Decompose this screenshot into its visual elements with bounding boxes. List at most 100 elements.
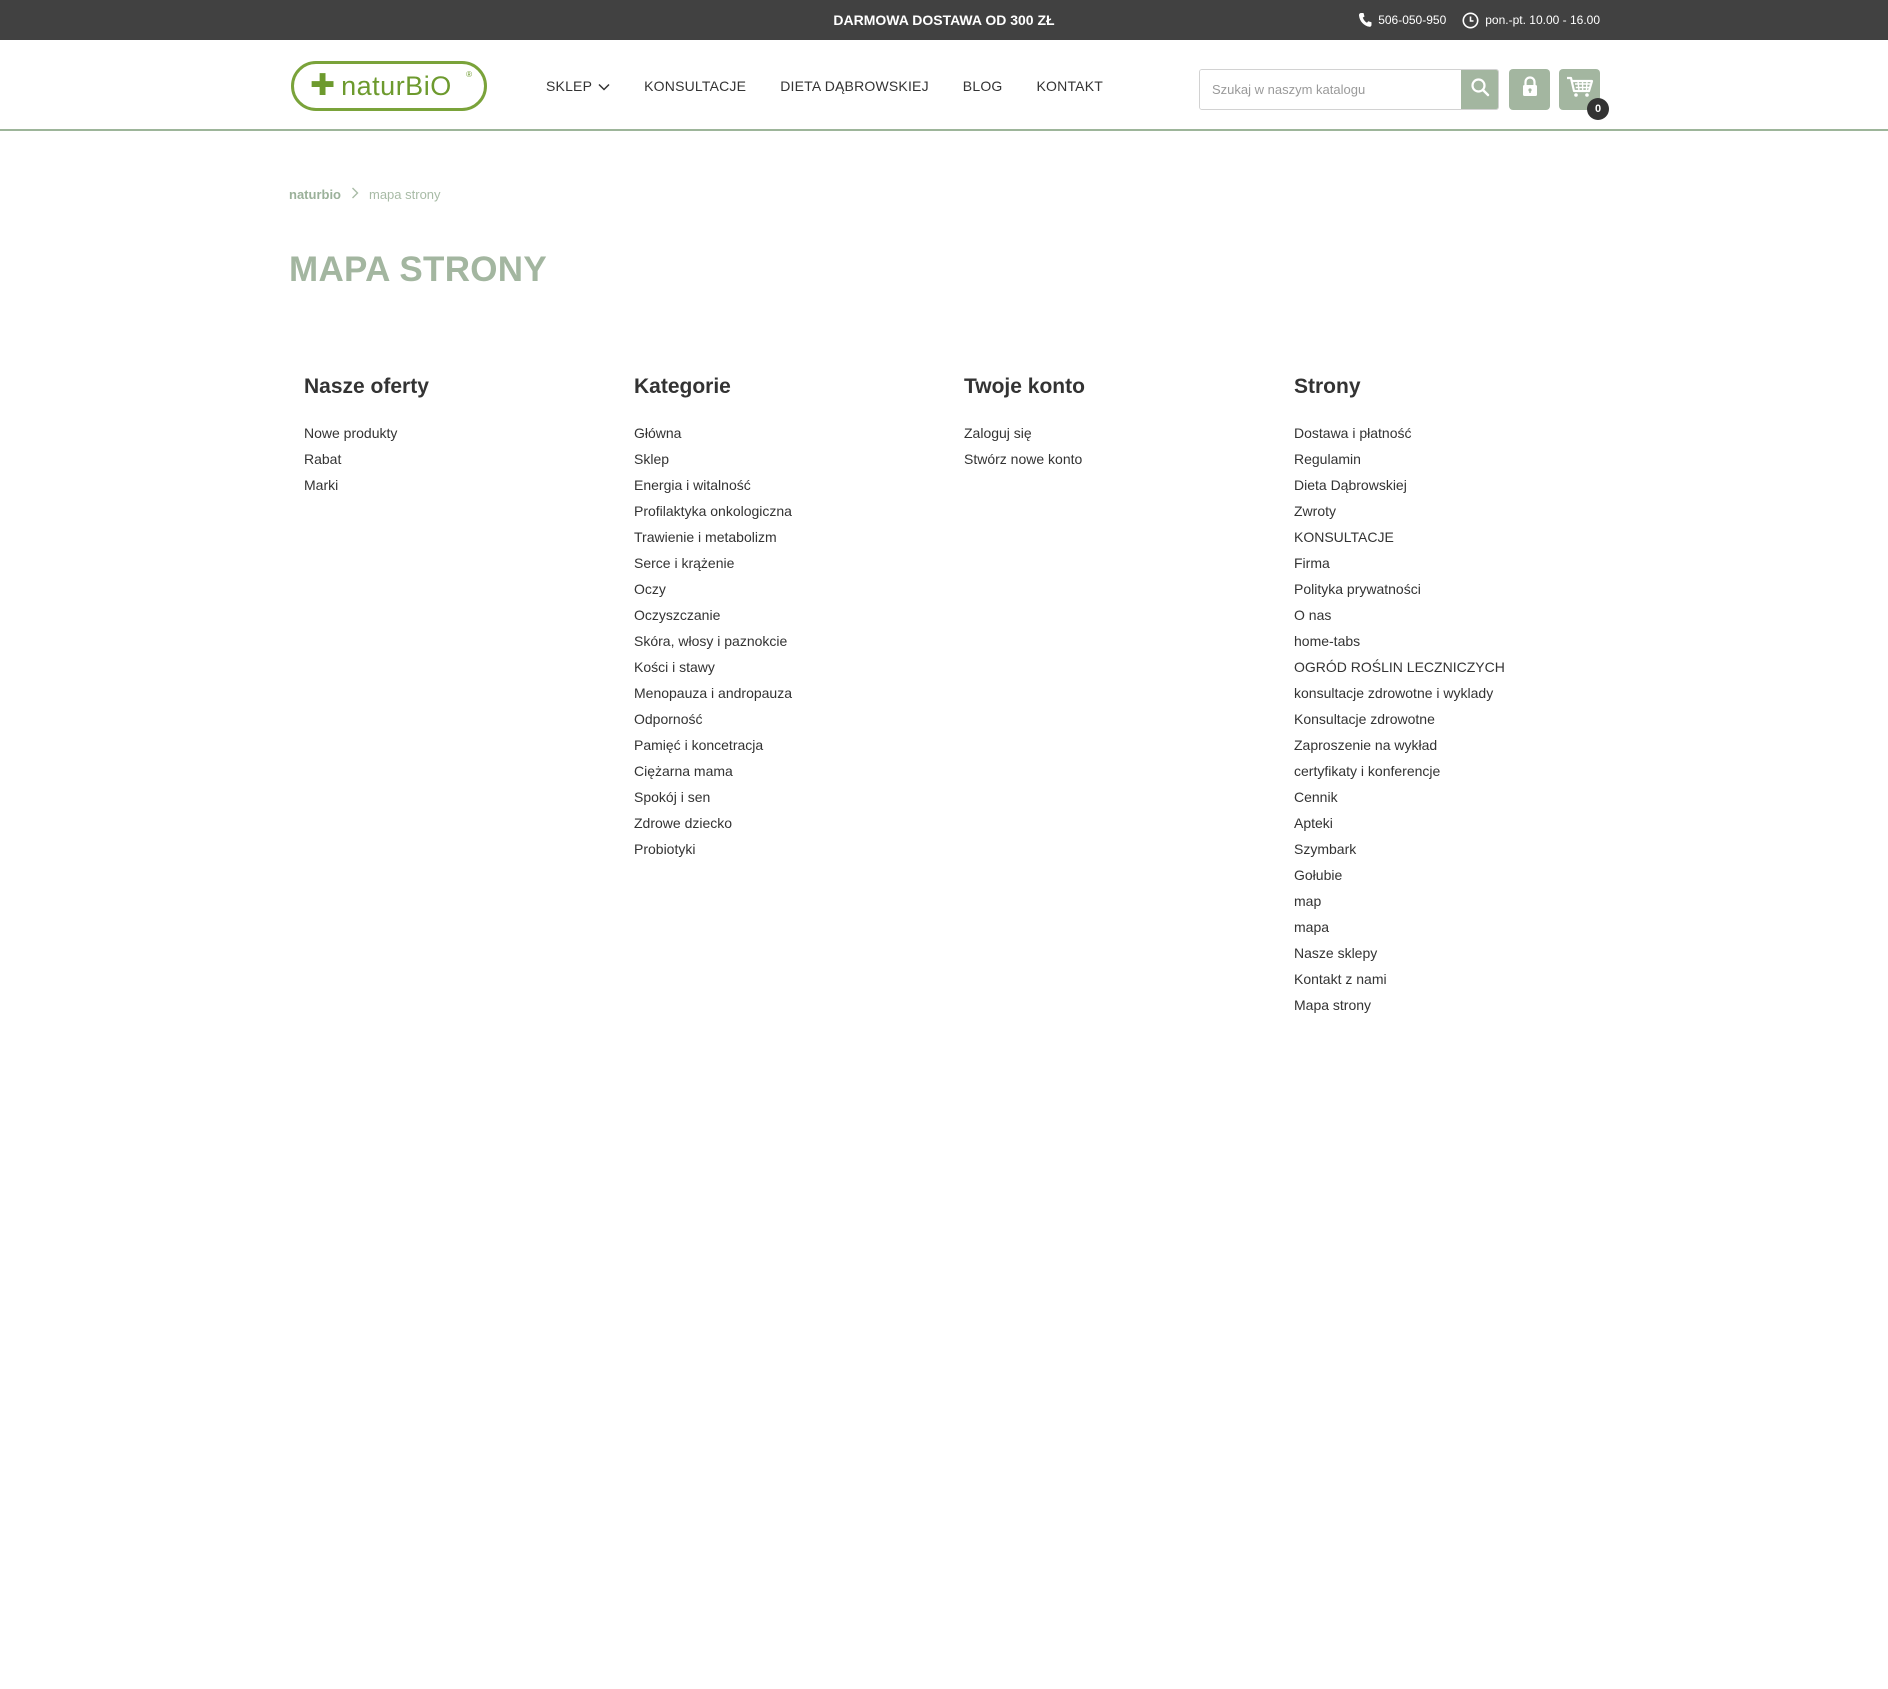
sitemap-link[interactable]: Pamięć i koncetracja bbox=[634, 737, 763, 753]
nav-item-kontakt[interactable]: KONTAKT bbox=[1037, 78, 1103, 94]
nav-item-label: DIETA DĄBROWSKIEJ bbox=[780, 77, 929, 94]
chevron-down-icon bbox=[598, 78, 610, 94]
list-item: Kontakt z nami bbox=[1294, 966, 1624, 992]
list-item: Firma bbox=[1294, 550, 1624, 576]
list-item: Menopauza i andropauza bbox=[634, 680, 964, 706]
sitemap-link[interactable]: Regulamin bbox=[1294, 451, 1361, 467]
list-item: Marki bbox=[304, 472, 634, 498]
sitemap-link[interactable]: home-tabs bbox=[1294, 633, 1360, 649]
sitemap-link[interactable]: Dieta Dąbrowskiej bbox=[1294, 477, 1407, 493]
list-item: Zaloguj się bbox=[964, 420, 1294, 446]
list-item: Zwroty bbox=[1294, 498, 1624, 524]
sitemap-link[interactable]: Sklep bbox=[634, 451, 669, 467]
list-item: Mapa strony bbox=[1294, 992, 1624, 1018]
nav-item-sklep[interactable]: SKLEP bbox=[546, 78, 610, 94]
lock-icon bbox=[1521, 76, 1539, 103]
list-item: Gołubie bbox=[1294, 862, 1624, 888]
search-box bbox=[1199, 69, 1499, 110]
sitemap-link[interactable]: Główna bbox=[634, 425, 681, 441]
link-list: Dostawa i płatność Regulamin Dieta Dąbrows… bbox=[1294, 420, 1624, 1018]
sitemap-link[interactable]: Zdrowe dziecko bbox=[634, 815, 732, 831]
list-item: Zdrowe dziecko bbox=[634, 810, 964, 836]
sitemap-link[interactable]: Profilaktyka onkologiczna bbox=[634, 503, 792, 519]
list-item: Serce i krążenie bbox=[634, 550, 964, 576]
main-navigation: SKLEP KONSULTACJE DIETA DĄBROWSKIEJ BLOG… bbox=[546, 40, 1103, 131]
nav-item-label: SKLEP bbox=[546, 77, 593, 94]
sitemap-link[interactable]: Dostawa i płatność bbox=[1294, 425, 1412, 441]
sitemap-link[interactable]: certyfikaty i konferencje bbox=[1294, 763, 1440, 779]
list-item: Stwórz nowe konto bbox=[964, 446, 1294, 472]
hours-text: pon.-pt. 10.00 - 16.00 bbox=[1485, 13, 1600, 27]
opening-hours: pon.-pt. 10.00 - 16.00 bbox=[1462, 12, 1600, 29]
sitemap-link[interactable]: Ciężarna mama bbox=[634, 763, 733, 779]
sitemap-link[interactable]: Kontakt z nami bbox=[1294, 971, 1387, 987]
list-item: Odporność bbox=[634, 706, 964, 732]
sitemap-column-offers: Nasze oferty Nowe produkty Rabat Marki bbox=[304, 373, 634, 1018]
sitemap-link[interactable]: O nas bbox=[1294, 607, 1331, 623]
sitemap-link[interactable]: Oczyszczanie bbox=[634, 607, 720, 623]
sitemap-link[interactable]: Nasze sklepy bbox=[1294, 945, 1377, 961]
nav-item-blog[interactable]: BLOG bbox=[963, 78, 1003, 94]
phone-contact[interactable]: 506-050-950 bbox=[1358, 12, 1446, 28]
list-item: Spokój i sen bbox=[634, 784, 964, 810]
sitemap-link[interactable]: konsultacje zdrowotne i wyklady bbox=[1294, 685, 1493, 701]
list-item: Dieta Dąbrowskiej bbox=[1294, 472, 1624, 498]
sitemap-link[interactable]: Menopauza i andropauza bbox=[634, 685, 792, 701]
search-button[interactable] bbox=[1461, 70, 1498, 109]
sitemap-link[interactable]: Energia i witalność bbox=[634, 477, 751, 493]
nav-item-konsultacje[interactable]: KONSULTACJE bbox=[644, 78, 746, 94]
site-header: ✚ naturBiO ® SKLEP KONSULTACJE DIETA DĄB… bbox=[0, 40, 1888, 131]
sitemap-column-account: Twoje konto Zaloguj się Stwórz nowe konto bbox=[964, 373, 1294, 1018]
sitemap-link[interactable]: map bbox=[1294, 893, 1321, 909]
list-item: mapa bbox=[1294, 914, 1624, 940]
list-item: Regulamin bbox=[1294, 446, 1624, 472]
sitemap-link[interactable]: Gołubie bbox=[1294, 867, 1342, 883]
sitemap-link[interactable]: Zaloguj się bbox=[964, 425, 1032, 441]
site-logo[interactable]: ✚ naturBiO ® bbox=[291, 61, 487, 111]
phone-icon bbox=[1358, 12, 1372, 28]
sitemap-link[interactable]: Marki bbox=[304, 477, 338, 493]
sitemap-link[interactable]: Nowe produkty bbox=[304, 425, 397, 441]
list-item: Profilaktyka onkologiczna bbox=[634, 498, 964, 524]
search-input[interactable] bbox=[1200, 70, 1461, 109]
sitemap-column-categories: Kategorie Główna Sklep Energia i witalność… bbox=[634, 373, 964, 1018]
sitemap-link[interactable]: Odporność bbox=[634, 711, 702, 727]
sitemap-link[interactable]: OGRÓD ROŚLIN LECZNICZYCH bbox=[1294, 659, 1505, 675]
sitemap-link[interactable]: KONSULTACJE bbox=[1294, 529, 1394, 545]
link-list: Nowe produkty Rabat Marki bbox=[304, 420, 634, 498]
sitemap-link[interactable]: Polityka prywatności bbox=[1294, 581, 1421, 597]
sitemap-column-pages: Strony Dostawa i płatność Regulamin Dieta … bbox=[1294, 373, 1624, 1018]
cart-icon bbox=[1566, 76, 1594, 103]
list-item: Nasze sklepy bbox=[1294, 940, 1624, 966]
breadcrumb-current: mapa strony bbox=[369, 187, 441, 202]
nav-item-label: KONTAKT bbox=[1036, 77, 1103, 94]
list-item: map bbox=[1294, 888, 1624, 914]
sitemap-link[interactable]: Konsultacje zdrowotne bbox=[1294, 711, 1435, 727]
sitemap-link[interactable]: Kości i stawy bbox=[634, 659, 715, 675]
list-item: Główna bbox=[634, 420, 964, 446]
list-item: Oczy bbox=[634, 576, 964, 602]
sitemap-link[interactable]: Trawienie i metabolizm bbox=[634, 529, 777, 545]
sitemap-link[interactable]: mapa bbox=[1294, 919, 1329, 935]
sitemap-link[interactable]: Mapa strony bbox=[1294, 997, 1371, 1013]
sitemap-link[interactable]: Serce i krążenie bbox=[634, 555, 734, 571]
sitemap-link[interactable]: Szymbark bbox=[1294, 841, 1356, 857]
nav-item-dieta[interactable]: DIETA DĄBROWSKIEJ bbox=[780, 78, 929, 94]
sitemap-link[interactable]: Skóra, włosy i paznokcie bbox=[634, 633, 787, 649]
sitemap-link[interactable]: Firma bbox=[1294, 555, 1330, 571]
sitemap-link[interactable]: Spokój i sen bbox=[634, 789, 710, 805]
breadcrumb-home-link[interactable]: naturbio bbox=[289, 187, 341, 202]
sitemap-link[interactable]: Oczy bbox=[634, 581, 666, 597]
top-bar: DARMOWA DOSTAWA OD 300 ZŁ 506-050-950 po… bbox=[0, 0, 1888, 40]
sitemap-link[interactable]: Cennik bbox=[1294, 789, 1338, 805]
sitemap-link[interactable]: Rabat bbox=[304, 451, 341, 467]
sitemap-link[interactable]: Zwroty bbox=[1294, 503, 1336, 519]
sitemap-link[interactable]: Zaproszenie na wykład bbox=[1294, 737, 1437, 753]
registered-mark: ® bbox=[466, 70, 472, 79]
sitemap-link[interactable]: Probiotyki bbox=[634, 841, 695, 857]
account-button[interactable] bbox=[1509, 69, 1550, 110]
list-item: Apteki bbox=[1294, 810, 1624, 836]
sitemap-link[interactable]: Apteki bbox=[1294, 815, 1333, 831]
sitemap-link[interactable]: Stwórz nowe konto bbox=[964, 451, 1082, 467]
column-heading: Strony bbox=[1294, 375, 1361, 398]
